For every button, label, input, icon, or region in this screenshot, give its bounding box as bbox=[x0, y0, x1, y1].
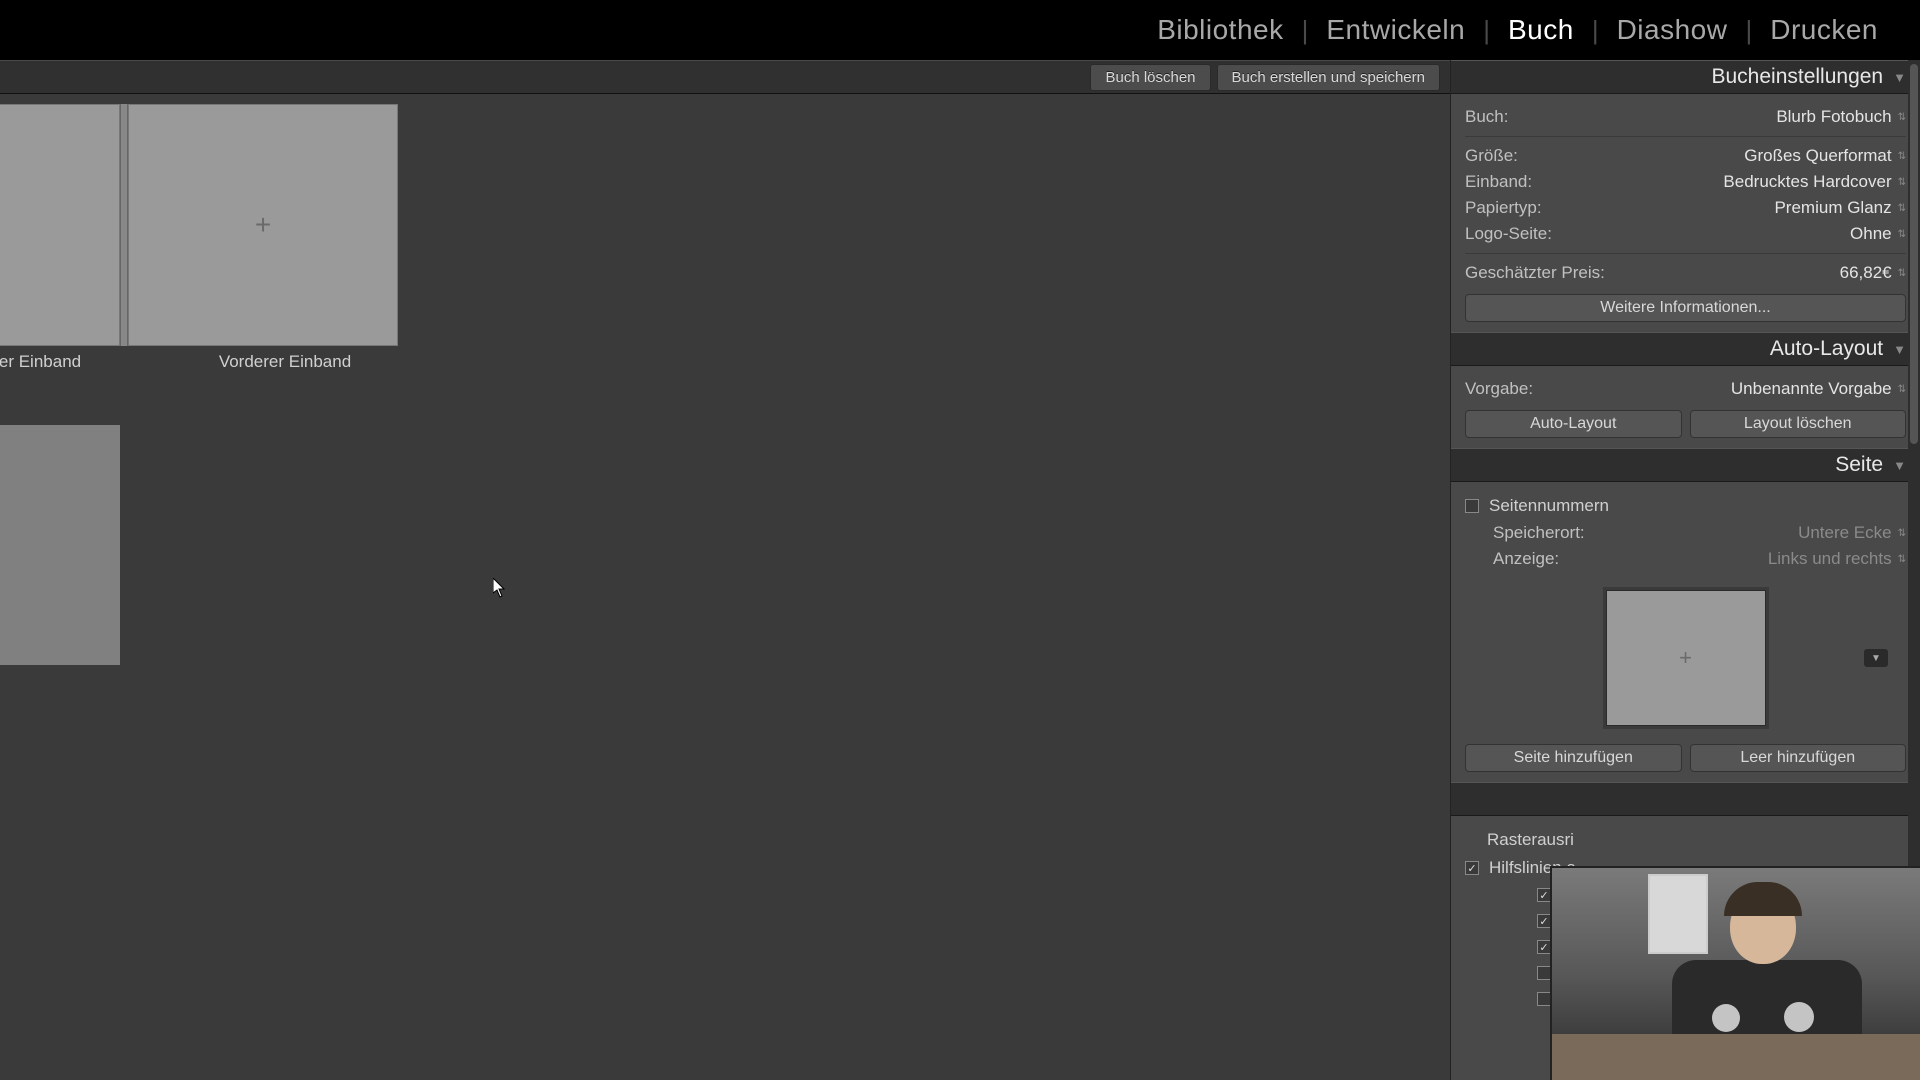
chevron-down-icon: ▼ bbox=[1893, 342, 1906, 357]
size-value-dropdown[interactable]: Großes Querformat⇅ bbox=[1744, 146, 1906, 166]
caret-icon: ⇅ bbox=[1898, 177, 1906, 188]
nav-separator: | bbox=[1483, 15, 1490, 46]
guides-panel-header[interactable]: ▼ bbox=[1451, 782, 1920, 816]
display-label: Anzeige: bbox=[1493, 549, 1559, 569]
book-spine bbox=[120, 104, 128, 346]
auto-layout-button[interactable]: Auto-Layout bbox=[1465, 410, 1682, 438]
guide-sub-checkbox[interactable]: ✓ bbox=[1537, 940, 1551, 954]
caret-icon: ⇅ bbox=[1898, 151, 1906, 162]
location-value-dropdown[interactable]: Untere Ecke⇅ bbox=[1798, 523, 1906, 543]
page-template-thumb[interactable]: + bbox=[1606, 590, 1766, 726]
size-label: Größe: bbox=[1465, 146, 1518, 166]
auto-layout-body: Vorgabe: Unbenannte Vorgabe⇅ Auto-Layout… bbox=[1451, 366, 1920, 448]
plus-icon: + bbox=[255, 209, 271, 241]
module-entwickeln[interactable]: Entwickeln bbox=[1308, 14, 1483, 46]
caret-icon: ⇅ bbox=[1898, 528, 1906, 539]
back-cover-label: er Einband bbox=[0, 352, 140, 372]
background-window bbox=[1648, 874, 1708, 954]
panel-title: Bucheinstellungen bbox=[1711, 65, 1883, 89]
caret-icon: ⇅ bbox=[1898, 384, 1906, 395]
page-grid-checkbox[interactable] bbox=[1537, 992, 1551, 1006]
front-cover-label: Vorderer Einband bbox=[150, 352, 420, 372]
book-settings-body: Buch: Blurb Fotobuch⇅ Größe: Großes Quer… bbox=[1451, 94, 1920, 332]
display-value-dropdown[interactable]: Links und rechts⇅ bbox=[1768, 549, 1906, 569]
cursor-icon bbox=[493, 578, 507, 598]
paper-value-dropdown[interactable]: Premium Glanz⇅ bbox=[1774, 198, 1906, 218]
module-picker: Bibliothek | Entwickeln | Buch | Diashow… bbox=[0, 0, 1920, 60]
guide-sub-checkbox[interactable]: ✓ bbox=[1537, 914, 1551, 928]
guide-sub-checkbox[interactable]: ✓ bbox=[1537, 888, 1551, 902]
create-save-book-button[interactable]: Buch erstellen und speichern bbox=[1217, 64, 1440, 91]
preset-value-dropdown[interactable]: Unbenannte Vorgabe⇅ bbox=[1731, 379, 1906, 399]
template-dropdown-button[interactable]: ▼ bbox=[1864, 649, 1888, 667]
panel-title: Seite bbox=[1835, 453, 1883, 477]
module-bibliothek[interactable]: Bibliothek bbox=[1139, 14, 1301, 46]
book-settings-header[interactable]: Bucheinstellungen ▼ bbox=[1451, 60, 1920, 94]
caret-icon: ⇅ bbox=[1898, 268, 1906, 279]
clear-layout-button[interactable]: Layout löschen bbox=[1690, 410, 1907, 438]
plus-icon: + bbox=[1679, 645, 1692, 671]
fulltext-checkbox[interactable] bbox=[1537, 966, 1551, 980]
more-info-button[interactable]: Weitere Informationen... bbox=[1465, 294, 1906, 322]
chevron-down-icon: ▼ bbox=[1893, 70, 1906, 85]
auto-layout-header[interactable]: Auto-Layout ▼ bbox=[1451, 332, 1920, 366]
cover-spread[interactable]: + + bbox=[0, 104, 398, 346]
preset-label: Vorgabe: bbox=[1465, 379, 1533, 399]
page-panel-header[interactable]: Seite ▼ bbox=[1451, 448, 1920, 482]
back-cover-page[interactable]: + bbox=[0, 104, 120, 346]
shirt-graphic bbox=[1712, 1004, 1740, 1032]
guidelines-checkbox[interactable]: ✓ bbox=[1465, 861, 1479, 875]
person-hair bbox=[1724, 882, 1802, 916]
module-buch[interactable]: Buch bbox=[1490, 14, 1592, 46]
scrollbar-thumb[interactable] bbox=[1910, 64, 1918, 444]
page-numbers-checkbox[interactable] bbox=[1465, 499, 1479, 513]
page-numbers-label: Seitennummern bbox=[1489, 496, 1609, 516]
page-panel-body: Seitennummern Speicherort: Untere Ecke⇅ … bbox=[1451, 482, 1920, 782]
add-blank-button[interactable]: Leer hinzufügen bbox=[1690, 744, 1907, 772]
cover-value-dropdown[interactable]: Bedrucktes Hardcover⇅ bbox=[1723, 172, 1906, 192]
panel-title: Auto-Layout bbox=[1770, 337, 1883, 361]
book-label: Buch: bbox=[1465, 107, 1508, 127]
caret-icon: ⇅ bbox=[1898, 112, 1906, 123]
shirt-graphic bbox=[1784, 1002, 1814, 1032]
divider bbox=[1465, 136, 1906, 137]
book-canvas[interactable]: Buch löschen Buch erstellen und speicher… bbox=[0, 60, 1450, 1080]
cover-label: Einband: bbox=[1465, 172, 1532, 192]
caret-icon: ⇅ bbox=[1898, 554, 1906, 565]
nav-separator: | bbox=[1745, 15, 1752, 46]
clear-book-button[interactable]: Buch löschen bbox=[1090, 64, 1210, 91]
nav-separator: | bbox=[1592, 15, 1599, 46]
chevron-down-icon: ▼ bbox=[1893, 458, 1906, 473]
module-drucken[interactable]: Drucken bbox=[1752, 14, 1896, 46]
desk bbox=[1552, 1034, 1920, 1080]
book-value-dropdown[interactable]: Blurb Fotobuch⇅ bbox=[1776, 107, 1906, 127]
logo-value-dropdown[interactable]: Ohne⇅ bbox=[1850, 224, 1906, 244]
front-cover-page[interactable]: + bbox=[128, 104, 398, 346]
webcam-overlay bbox=[1550, 866, 1920, 1080]
price-value[interactable]: 66,82€⇅ bbox=[1840, 263, 1906, 283]
divider bbox=[1465, 253, 1906, 254]
nav-separator: | bbox=[1302, 15, 1309, 46]
module-diashow[interactable]: Diashow bbox=[1599, 14, 1746, 46]
add-page-button[interactable]: Seite hinzufügen bbox=[1465, 744, 1682, 772]
price-label: Geschätzter Preis: bbox=[1465, 263, 1605, 283]
page-1-thumb[interactable] bbox=[0, 425, 120, 665]
caret-icon: ⇅ bbox=[1898, 203, 1906, 214]
grid-snap-label: Rasterausri bbox=[1487, 830, 1574, 850]
logo-label: Logo-Seite: bbox=[1465, 224, 1552, 244]
paper-label: Papiertyp: bbox=[1465, 198, 1542, 218]
location-label: Speicherort: bbox=[1493, 523, 1585, 543]
caret-icon: ⇅ bbox=[1898, 229, 1906, 240]
